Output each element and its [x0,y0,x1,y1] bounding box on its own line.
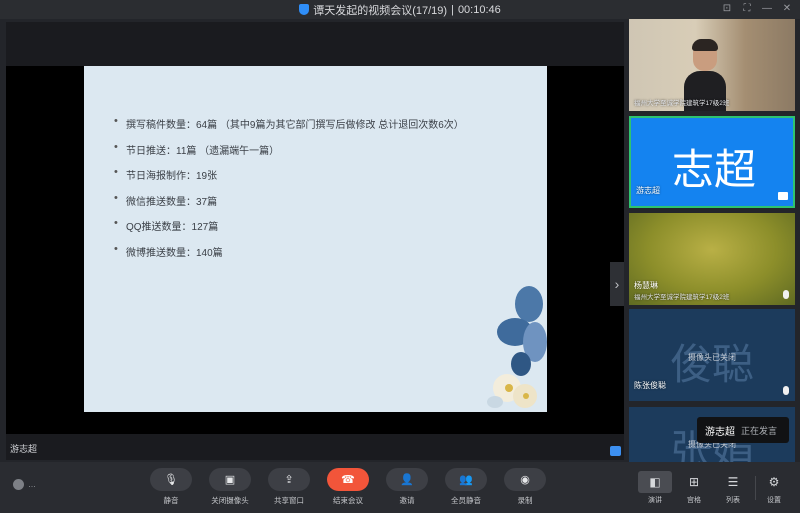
pin-icon[interactable]: ⊡ [722,3,732,15]
signal-icon [13,479,24,490]
network-label: … [28,480,36,489]
grid-view-button[interactable]: ⊞ 宫格 [677,471,711,505]
toast-status: 正在发言 [741,425,778,436]
slide-bullet-list: 撰写稿件数量：64篇 （其中9篇为其它部门撰写后做修改 总计退回次数6次） 节日… [114,115,464,269]
speaker-view-icon: ◧ [638,471,672,493]
grid-view-icon: ⊞ [688,475,700,489]
slide-bullet: QQ推送数量：127篇 [114,217,464,233]
shield-icon [299,4,310,15]
title-separator: | [451,3,454,16]
window-controls: ⊡ ⛶ — ✕ [722,3,792,15]
slide-bullet: 撰写稿件数量：64篇 （其中9篇为其它部门撰写后做修改 总计退回次数6次） [114,115,464,131]
hangup-icon: ☎ [327,468,369,491]
participant-subtitle: 福州大学至诚学院建筑学17级2班 [634,294,730,301]
camera-toggle-button[interactable]: ▣ 关闭摄像头 [207,468,253,506]
meeting-title: 谭天发起的视频会议(17/19) [313,4,448,17]
mute-button[interactable]: 🎙 静音 [148,468,194,506]
title-bar: 谭天发起的视频会议(17/19) | 00:10:46 ⊡ ⛶ — ✕ [0,0,800,19]
mute-all-button[interactable]: 👥 全员静音 [443,468,489,506]
record-label: 录制 [517,496,533,505]
mic-icon [783,290,789,299]
mic-icon: 🎙 [150,468,192,491]
stage-speaker-name: 游志超 [10,444,38,454]
share-label: 共享窗口 [274,496,304,505]
camera-label: 关闭摄像头 [211,496,249,505]
title-group: 谭天发起的视频会议(17/19) | 00:10:46 [299,2,501,18]
participant-subtitle: 福州大学至诚学院建筑学17级2班 [634,100,730,107]
settings-label: 设置 [767,497,781,504]
meeting-timer: 00:10:46 [457,3,501,16]
slide-bullet: 节日推送：11篇 （遗漏端午一篇） [114,141,464,157]
participant-tile[interactable]: 志超 游志超 [629,116,795,208]
minimize-icon[interactable]: — [762,3,772,15]
mute-all-icon: 👥 [445,468,487,491]
grid-view-label: 宫格 [687,497,701,504]
end-meeting-button[interactable]: ☎ 结束会议 [325,468,371,506]
toolbar-divider [755,476,756,500]
toast-speaker-name: 游志超 [705,426,735,438]
invite-button[interactable]: 👤 邀请 [384,468,430,506]
share-window-button[interactable]: ⇪ 共享窗口 [266,468,312,506]
participant-tile[interactable]: 俊聪 摄像头已关闭 陈张俊聪 [629,309,795,401]
mute-all-label: 全员静音 [451,496,481,505]
flower-decoration [487,286,547,408]
gear-icon: ⚙ [768,475,780,489]
participant-name: 游志超 [636,186,660,195]
list-view-button[interactable]: ☰ 列表 [716,471,750,505]
next-page-button[interactable]: › [610,262,624,306]
speaker-view-button[interactable]: ◧ 演讲 [638,471,672,505]
list-view-label: 列表 [726,497,740,504]
meeting-window: 谭天发起的视频会议(17/19) | 00:10:46 ⊡ ⛶ — ✕ 撰写稿件… [0,0,800,513]
invite-icon: 👤 [386,468,428,491]
invite-label: 邀请 [399,496,415,505]
share-icon: ⇪ [268,468,310,491]
camera-icon: ▣ [209,468,251,491]
list-view-icon: ☰ [727,475,739,489]
network-status[interactable]: … [13,479,36,490]
participant-name: 陈张俊聪 [634,381,666,390]
participant-tile[interactable]: 杨慧琳 福州大学至诚学院建筑学17级2班 [629,213,795,305]
shared-screen: 撰写稿件数量：64篇 （其中9篇为其它部门撰写后做修改 总计退回次数6次） 节日… [6,22,624,460]
camera-off-label: 摄像头已关闭 [688,353,736,362]
bottom-toolbar: … 🎙 静音 ▣ 关闭摄像头 ⇪ 共享窗口 ☎ 结束会议 👤 邀请 👥 全员静音… [0,462,800,513]
presentation-slide: 撰写稿件数量：64篇 （其中9篇为其它部门撰写后做修改 总计退回次数6次） 节日… [84,66,547,412]
end-meeting-label: 结束会议 [333,496,363,505]
fullscreen-icon[interactable]: ⛶ [742,3,752,15]
slide-bullet: 节日海报制作：19张 [114,166,464,182]
mic-icon [783,386,789,395]
close-icon[interactable]: ✕ [782,3,792,15]
active-speaker-toast: 游志超 正在发言 [697,417,789,443]
slide-bullet: 微信推送数量：37篇 [114,192,464,208]
mute-label: 静音 [163,496,179,505]
record-icon: ◉ [504,468,546,491]
participant-name: 杨慧琳 [634,281,658,290]
settings-button[interactable]: ⚙ 设置 [757,471,791,505]
speaker-view-label: 演讲 [648,497,662,504]
screen-share-icon [610,446,621,456]
slide-bullet: 微博推送数量：140篇 [114,243,464,259]
slide-frame: 撰写稿件数量：64篇 （其中9篇为其它部门撰写后做修改 总计退回次数6次） 节日… [6,66,624,434]
record-button[interactable]: ◉ 录制 [502,468,548,506]
screen-share-icon [778,192,788,200]
participant-tile[interactable]: 福州大学至诚学院建筑学17级2班 [629,19,795,111]
